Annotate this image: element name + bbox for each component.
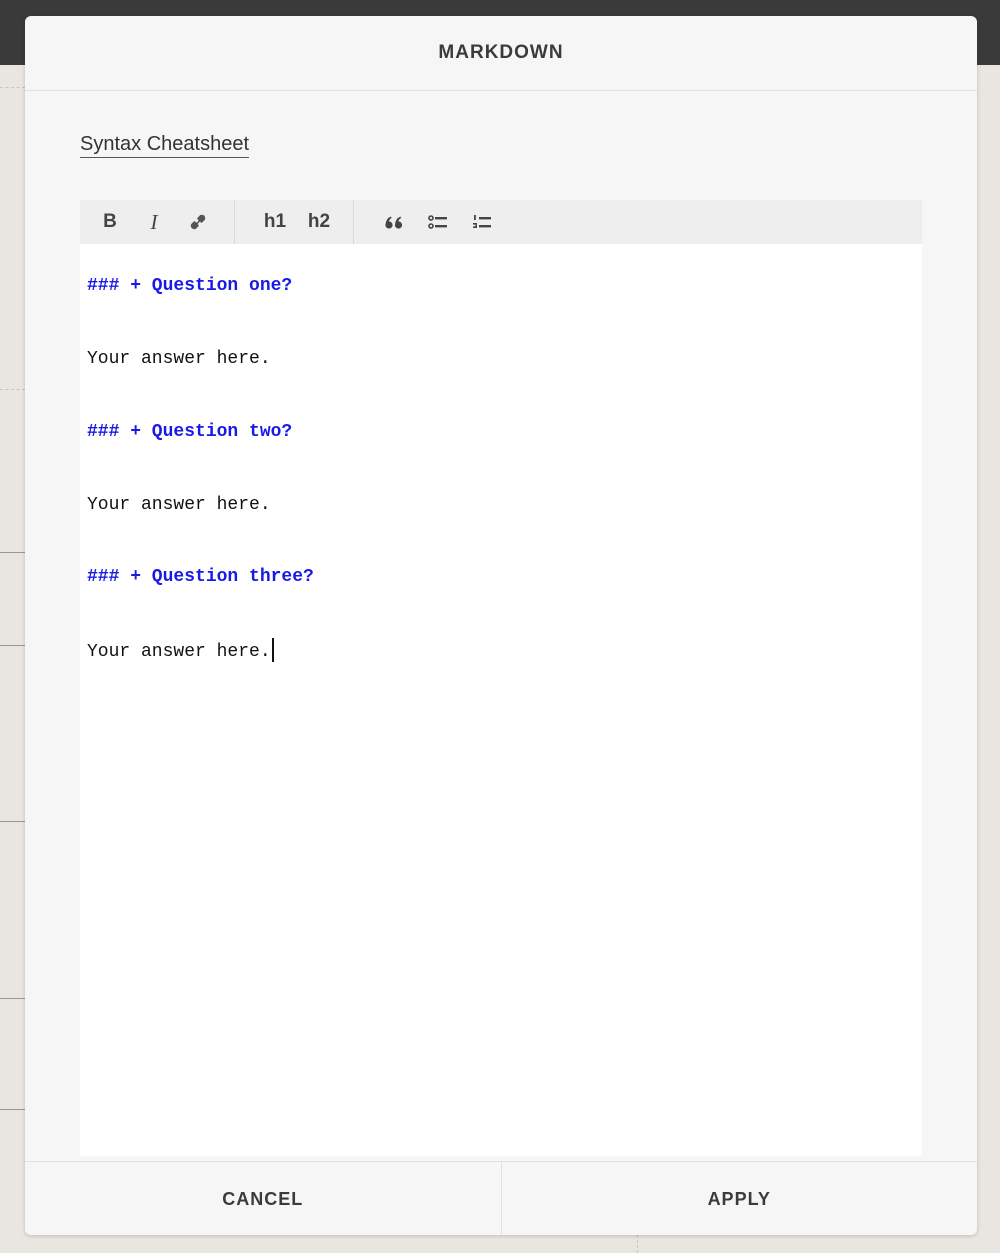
format-group: B I — [80, 200, 234, 244]
heading-group: h1 h2 — [235, 200, 353, 244]
markdown-modal: MARKDOWN Syntax Cheatsheet B I h1 h2 ###… — [25, 16, 977, 1235]
quote-icon — [385, 216, 403, 229]
background-divider — [0, 1109, 25, 1110]
numbered-list-icon — [473, 215, 491, 228]
bulleted-list-icon — [428, 215, 447, 229]
markdown-editor[interactable]: B I h1 h2 ### + Question one? Your answe… — [80, 200, 922, 1156]
h2-button[interactable]: h2 — [297, 200, 341, 244]
quote-button[interactable] — [372, 200, 416, 244]
link-button[interactable] — [176, 200, 220, 244]
bold-button[interactable]: B — [88, 200, 132, 244]
markdown-text-line-active: Your answer here. — [87, 638, 274, 662]
modal-header: MARKDOWN — [25, 16, 977, 91]
markdown-text-line-value: Your answer here. — [87, 642, 271, 662]
background-divider — [0, 87, 25, 88]
markdown-heading-line: ### + Question two? — [87, 422, 293, 442]
text-caret — [271, 638, 274, 662]
bulleted-list-button[interactable] — [416, 200, 460, 244]
editor-toolbar: B I h1 h2 — [80, 200, 922, 244]
markdown-heading-line: ### + Question three? — [87, 567, 314, 587]
numbered-list-button[interactable] — [460, 200, 504, 244]
h1-button[interactable]: h1 — [253, 200, 297, 244]
markdown-text-line: Your answer here. — [87, 349, 271, 369]
markdown-heading-line: ### + Question one? — [87, 276, 293, 296]
italic-button[interactable]: I — [132, 200, 176, 244]
background-divider — [637, 1235, 638, 1253]
background-divider — [0, 645, 25, 646]
syntax-cheatsheet-link[interactable]: Syntax Cheatsheet — [80, 133, 249, 158]
background-divider — [0, 389, 25, 390]
modal-title: MARKDOWN — [438, 42, 564, 63]
background-divider — [0, 552, 25, 553]
background-divider — [0, 998, 25, 999]
modal-footer: CANCEL APPLY — [25, 1161, 977, 1235]
apply-button[interactable]: APPLY — [502, 1162, 978, 1235]
block-group — [354, 200, 504, 244]
link-icon — [190, 214, 206, 230]
cancel-button[interactable]: CANCEL — [25, 1162, 501, 1235]
background-divider — [0, 821, 25, 822]
markdown-text-line: Your answer here. — [87, 495, 271, 515]
